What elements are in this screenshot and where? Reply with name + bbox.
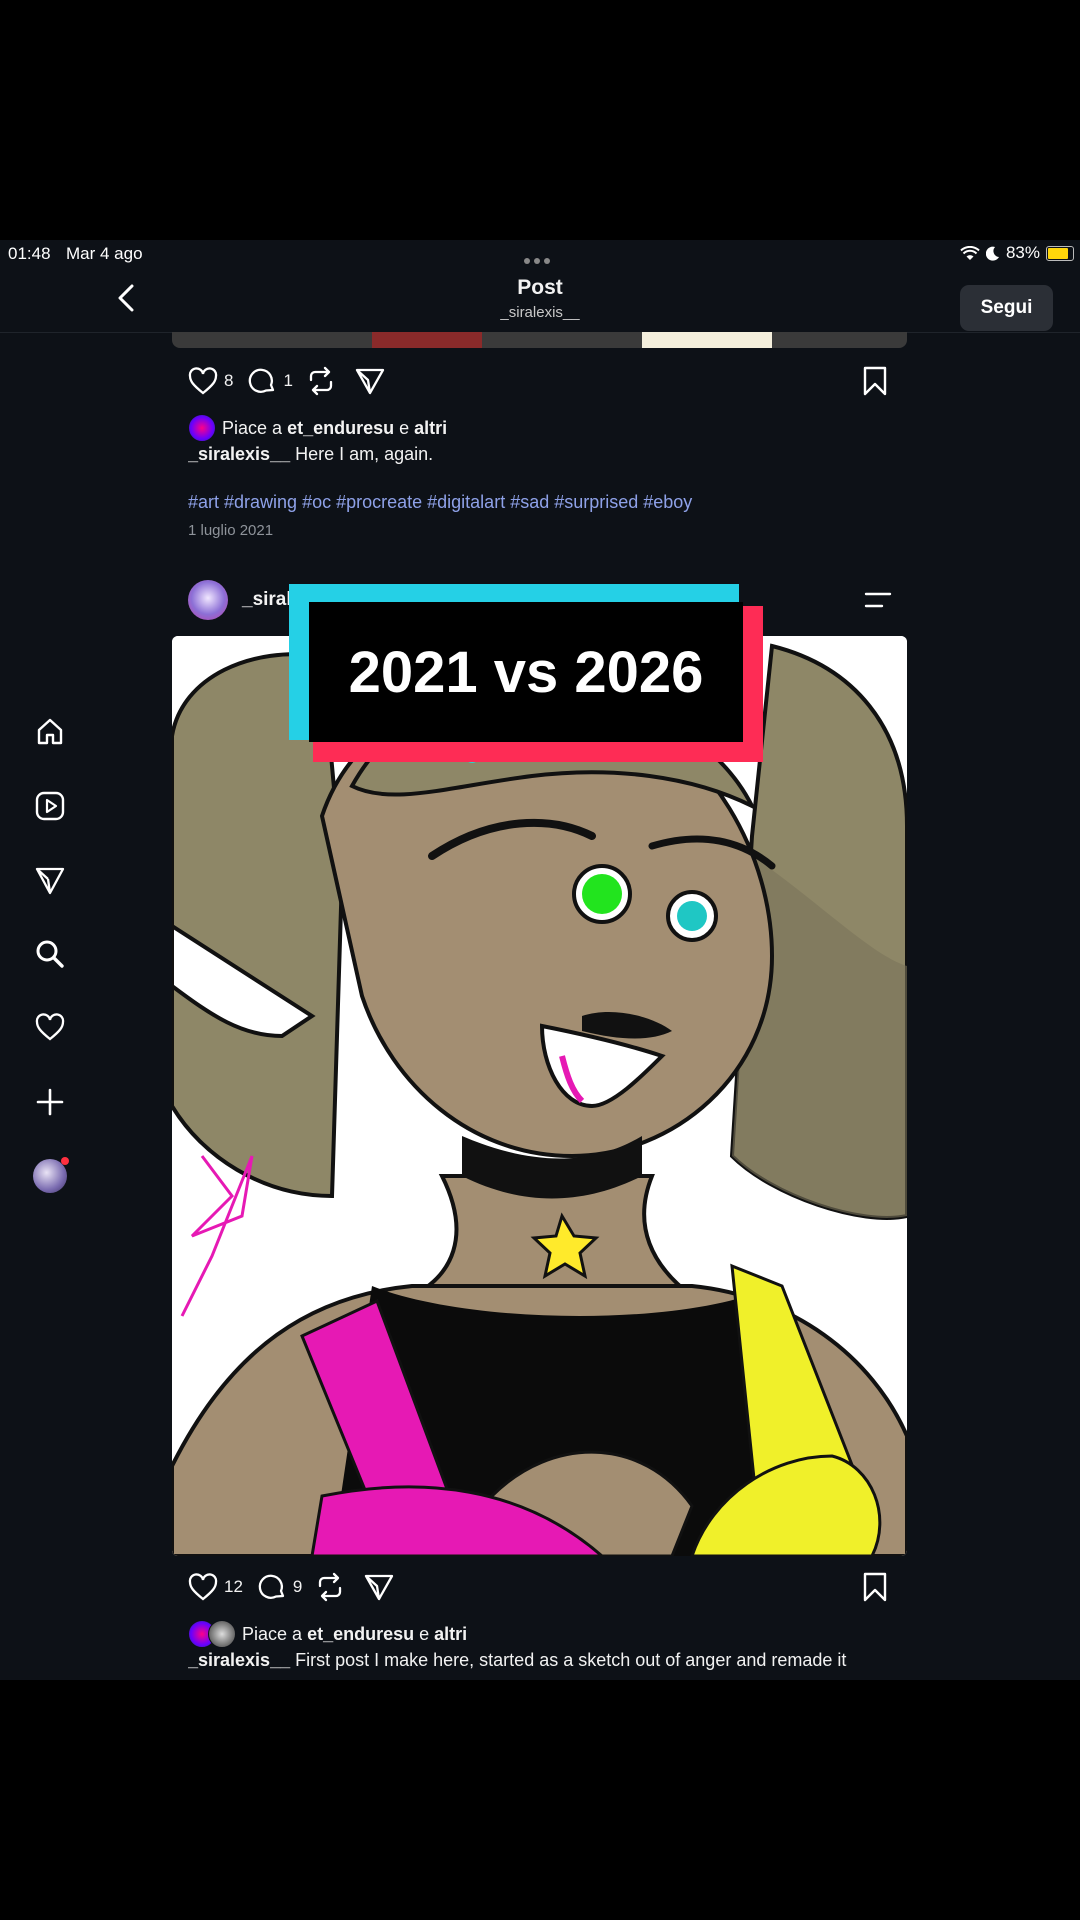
liked-by-others[interactable]: altri (414, 418, 447, 439)
caption-text: Here I am, again. (295, 444, 434, 464)
repost-icon (319, 1572, 342, 1602)
comment-button[interactable]: 9 (257, 1572, 302, 1602)
more-options-icon[interactable] (864, 590, 892, 610)
repost-button[interactable] (316, 1572, 350, 1602)
comment-count: 1 (283, 371, 293, 390)
bookmark-icon[interactable] (862, 366, 888, 396)
status-time: 01:48 (8, 244, 51, 263)
like-button[interactable]: 12 (188, 1573, 243, 1601)
follow-button[interactable]: Segui (960, 285, 1053, 331)
page-subtitle[interactable]: _siralexis__ (0, 304, 1080, 321)
battery-icon (1046, 245, 1074, 261)
liked-by-user[interactable]: et_enduresu (287, 418, 394, 439)
comment-button[interactable]: 1 (247, 366, 293, 396)
caption-text: First post I make here, started as a ske… (295, 1650, 847, 1670)
wifi-icon (960, 245, 980, 260)
avatar[interactable] (188, 580, 228, 620)
repost-icon (309, 366, 333, 396)
send-icon (365, 1574, 394, 1601)
share-button[interactable] (364, 1573, 400, 1601)
overlay-title: 2021 vs 2026 (289, 584, 763, 762)
hashtags[interactable]: #art #drawing #oc #procreate #digitalart… (188, 492, 692, 513)
comment-icon (258, 1574, 285, 1599)
liked-by: Piace a et_enduresu e altri (188, 1620, 467, 1648)
post-date: 1 luglio 2021 (188, 522, 274, 539)
repost-button[interactable] (307, 366, 341, 396)
liked-by-prefix: Piace a (242, 1623, 303, 1644)
overlay-text: 2021 vs 2026 (309, 602, 743, 742)
post-username[interactable]: _siral (242, 589, 292, 611)
battery-percent: 83% (1005, 243, 1040, 262)
liked-by-user[interactable]: et_enduresu (307, 1624, 414, 1645)
comment-count: 9 (292, 1577, 303, 1596)
home-icon[interactable] (28, 710, 72, 754)
post-caption: _siralexis__ Here I am, again. (188, 444, 908, 465)
liked-by-others[interactable]: altri (434, 1624, 467, 1645)
post-image[interactable] (172, 636, 907, 1556)
post-caption: _siralexis__ First post I make here, sta… (188, 1650, 908, 1671)
bookmark-icon[interactable] (862, 1572, 888, 1602)
share-button[interactable] (355, 367, 391, 395)
page-title: Post (517, 276, 563, 299)
reels-icon[interactable] (28, 784, 72, 828)
send-icon (355, 368, 385, 395)
multitasking-dots-icon[interactable] (524, 249, 554, 264)
post-header: _siral (188, 578, 292, 622)
create-icon[interactable] (28, 1080, 72, 1124)
caption-username[interactable]: _siralexis__ (188, 1650, 290, 1670)
notification-dot (61, 1157, 69, 1165)
heart-icon (188, 1573, 218, 1601)
heart-icon (188, 367, 218, 395)
like-count: 8 (224, 371, 234, 390)
liked-by-joiner: e (419, 1623, 430, 1644)
status-bar: 01:48 Mar 4 ago 83% (0, 240, 1080, 266)
moon-icon (985, 246, 999, 261)
avatar (208, 1620, 236, 1648)
messages-icon[interactable] (28, 858, 72, 902)
liked-by: Piace a et_enduresu e altri (188, 414, 447, 442)
post-actions: 8 1 (188, 364, 888, 398)
top-bar: Post _siralexis__ Segui (0, 266, 1080, 333)
liked-by-joiner: e (399, 417, 410, 438)
app-screen: 01:48 Mar 4 ago 83% Post _siralexis__ Se… (0, 240, 1080, 1680)
like-button[interactable]: 8 (188, 367, 233, 395)
search-icon[interactable] (28, 932, 72, 976)
avatar (33, 1157, 69, 1193)
heart-icon[interactable] (28, 1006, 72, 1050)
previous-post-image[interactable] (172, 332, 907, 348)
caption-username[interactable]: _siralexis__ (188, 444, 290, 464)
like-count: 12 (224, 1577, 243, 1596)
status-date: Mar 4 ago (66, 244, 143, 263)
illustration (172, 636, 907, 1556)
liked-by-prefix: Piace a (222, 417, 283, 438)
avatar (188, 414, 216, 442)
comment-icon (249, 368, 275, 393)
profile-avatar[interactable] (28, 1154, 72, 1198)
post-actions: 12 9 (188, 1570, 888, 1604)
